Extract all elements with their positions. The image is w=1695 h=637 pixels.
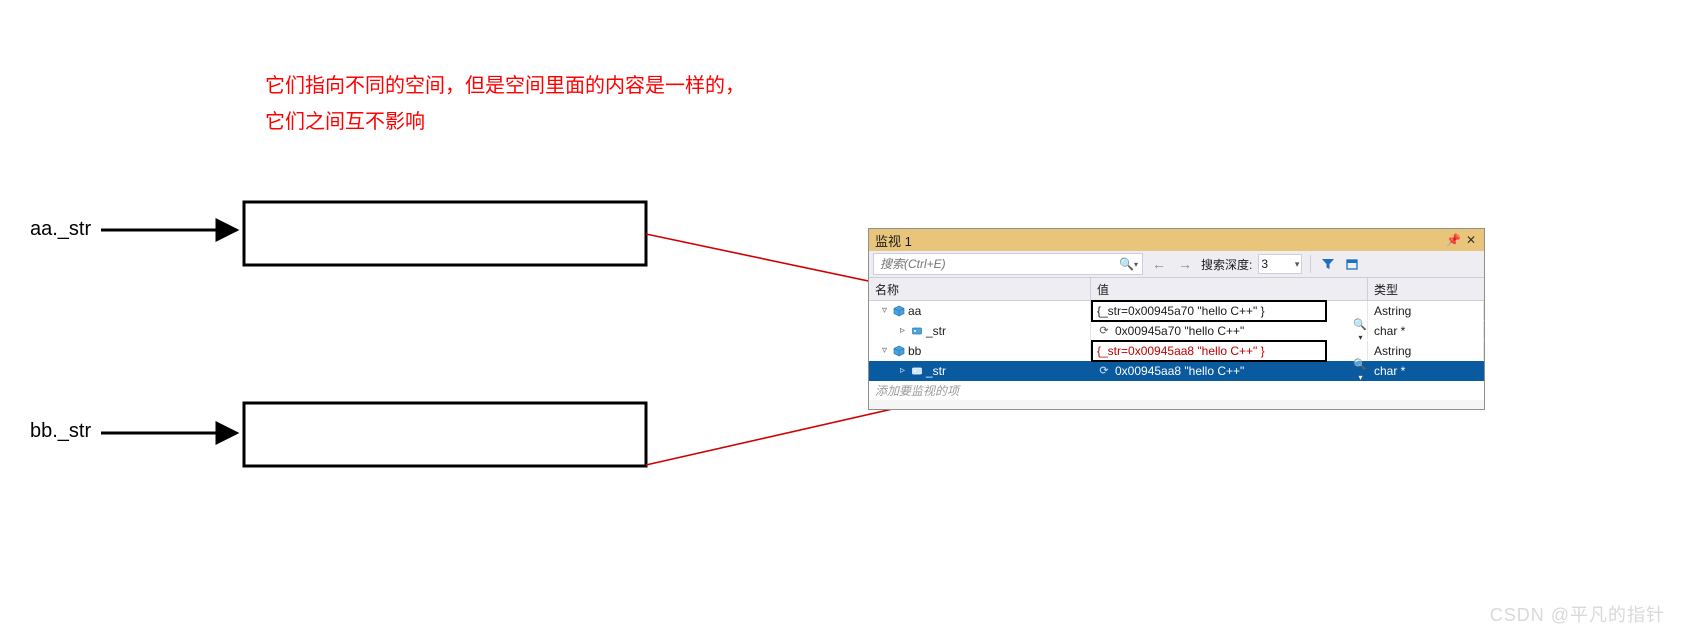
watch-name: _str [926, 324, 946, 338]
watch-value: {_str=0x00945a70 "hello C++" } [1097, 304, 1265, 318]
nav-forward-icon[interactable]: → [1175, 254, 1195, 274]
watch-row[interactable]: ▿ bb {_str=0x00945aa8 "hello C++" } Astring [869, 341, 1484, 361]
memory-box-bb [244, 403, 646, 466]
search-dropdown-icon[interactable]: ▾ [1134, 260, 1138, 269]
watch-column-headers: 名称 值 类型 [869, 278, 1484, 301]
watch-value-cell[interactable]: ⟳ 0x00945aa8 "hello C++" 🔍▾ [1091, 361, 1368, 380]
watch-row[interactable]: ▹ _str ⟳ 0x00945a70 "hello C++" 🔍▾char * [869, 321, 1484, 341]
watch-name-cell[interactable]: ▹ _str [869, 321, 1091, 340]
watch-value-cell[interactable]: {_str=0x00945a70 "hello C++" } [1091, 301, 1368, 320]
field-icon [911, 325, 923, 337]
watch-value-cell[interactable]: ⟳ 0x00945a70 "hello C++" 🔍▾ [1091, 321, 1368, 340]
watermark: CSDN @平凡的指针 [1490, 601, 1665, 627]
watch-row[interactable]: ▹ _str ⟳ 0x00945aa8 "hello C++" 🔍▾char * [869, 361, 1484, 381]
watch-type-cell: Astring [1368, 301, 1484, 320]
watch-name: _str [926, 364, 946, 378]
header-value[interactable]: 值 [1091, 278, 1368, 300]
watch-type-cell: char * [1368, 321, 1484, 340]
watch-panel: 监视 1 📌 ✕ 🔍 ▾ ← → 搜索深度: 3 ▾ 名称 值 类型 ▿ aa {_… [868, 228, 1485, 410]
depth-value: 3 [1261, 257, 1268, 271]
watch-type-cell: Astring [1368, 341, 1484, 360]
pin-icon[interactable]: 📌 [1446, 233, 1460, 247]
memory-box-aa [244, 202, 646, 265]
visualizer-icon[interactable]: 🔍▾ [1353, 318, 1367, 343]
watch-name-cell[interactable]: ▿ aa [869, 301, 1091, 320]
toolbar-separator [1310, 255, 1311, 273]
watch-value: {_str=0x00945aa8 "hello C++" } [1097, 344, 1265, 358]
filter-icon[interactable] [1319, 255, 1337, 273]
explanation-line2: 它们之间互不影响 [265, 104, 745, 140]
explanation-line1: 它们指向不同的空间，但是空间里面的内容是一样的， [265, 68, 745, 104]
watch-name: bb [908, 344, 921, 358]
toolbar-button[interactable] [1343, 255, 1361, 273]
search-input[interactable] [878, 256, 1119, 272]
add-watch-item[interactable]: 添加要监视的项 [869, 381, 1484, 400]
watch-title-bar[interactable]: 监视 1 📌 ✕ [869, 229, 1484, 251]
object-icon [893, 305, 905, 317]
watch-title-text: 监视 1 [875, 231, 912, 250]
watch-search[interactable]: 🔍 ▾ [873, 253, 1143, 275]
twist-icon[interactable]: ▹ [897, 365, 908, 376]
object-icon [893, 345, 905, 357]
explanation-text: 它们指向不同的空间，但是空间里面的内容是一样的， 它们之间互不影响 [265, 68, 745, 140]
watch-value: 0x00945aa8 "hello C++" [1115, 364, 1244, 378]
twist-icon[interactable]: ▿ [879, 345, 890, 356]
twist-icon[interactable]: ▿ [879, 305, 890, 316]
depth-selector[interactable]: 3 ▾ [1258, 254, 1302, 274]
watch-name: aa [908, 304, 921, 318]
depth-label: 搜索深度: [1201, 256, 1252, 273]
label-aa-str: aa._str [30, 218, 91, 241]
watch-value: 0x00945a70 "hello C++" [1115, 324, 1244, 338]
field-icon [911, 365, 923, 377]
visualizer-icon[interactable]: 🔍▾ [1353, 358, 1367, 383]
nav-back-icon[interactable]: ← [1149, 254, 1169, 274]
watch-toolbar: 🔍 ▾ ← → 搜索深度: 3 ▾ [869, 251, 1484, 278]
watch-value-cell[interactable]: {_str=0x00945aa8 "hello C++" } [1091, 341, 1368, 360]
refresh-icon[interactable]: ⟳ [1097, 364, 1111, 377]
close-icon[interactable]: ✕ [1464, 233, 1478, 247]
header-name[interactable]: 名称 [869, 278, 1091, 300]
chevron-down-icon: ▾ [1295, 259, 1300, 270]
watch-row[interactable]: ▿ aa {_str=0x00945a70 "hello C++" } Astring [869, 301, 1484, 321]
refresh-icon[interactable]: ⟳ [1097, 324, 1111, 337]
twist-icon[interactable]: ▹ [897, 325, 908, 336]
search-icon[interactable]: 🔍 [1119, 257, 1134, 271]
watch-type-cell: char * [1368, 361, 1484, 380]
watch-rows: ▿ aa {_str=0x00945a70 "hello C++" } Astring… [869, 301, 1484, 400]
header-type[interactable]: 类型 [1368, 278, 1484, 300]
watch-name-cell[interactable]: ▹ _str [869, 361, 1091, 380]
label-bb-str: bb._str [30, 420, 91, 443]
watch-name-cell[interactable]: ▿ bb [869, 341, 1091, 360]
